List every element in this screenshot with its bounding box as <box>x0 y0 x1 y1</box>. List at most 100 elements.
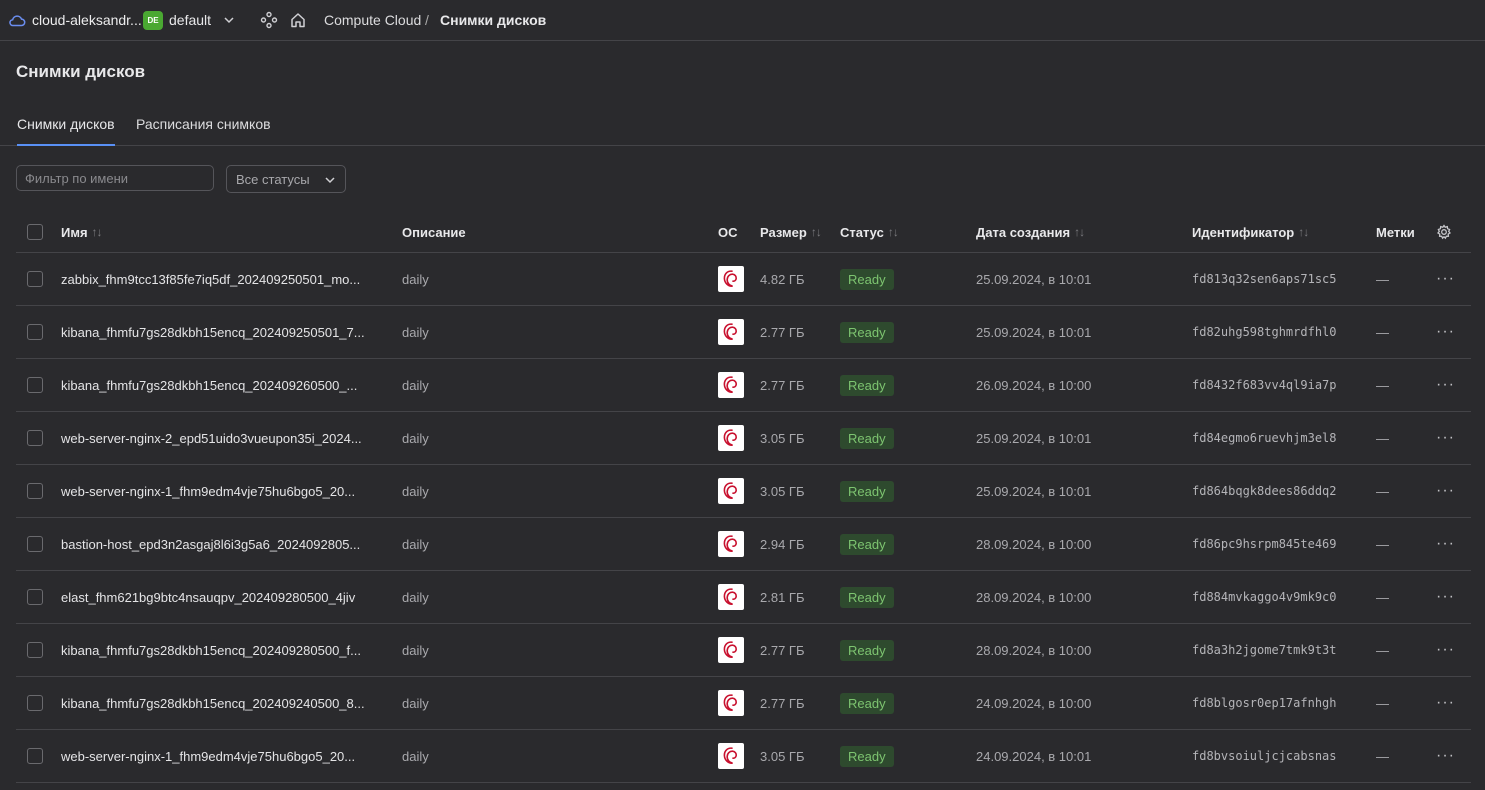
sort-icon[interactable]: ↑↓ <box>1074 225 1085 239</box>
status-badge: Ready <box>840 692 894 714</box>
more-actions-glyph[interactable]: ··· <box>1436 535 1455 553</box>
column-header-id[interactable]: Идентификатор ↑↓ <box>1192 212 1309 252</box>
more-actions-icon[interactable]: ··· <box>1436 624 1455 676</box>
sort-icon[interactable]: ↑↓ <box>92 225 103 239</box>
table-row[interactable]: web-server-nginx-1_fhm9edm4vje75hu6bgo5_… <box>16 465 1471 518</box>
os-cell <box>718 624 744 676</box>
snapshot-name[interactable]: kibana_fhmfu7gs28dkbh15encq_202409260500… <box>61 359 357 411</box>
row-checkbox[interactable] <box>27 518 43 570</box>
table-header: Имя ↑↓ Описание ОС Размер ↑↓ Статус ↑↓ Дата… <box>16 212 1471 253</box>
row-checkbox[interactable] <box>27 624 43 676</box>
column-header-name[interactable]: Имя ↑↓ <box>61 212 103 252</box>
tab-bar: Снимки дисков Расписания снимков <box>0 104 1485 146</box>
snapshot-created: 25.09.2024, в 10:01 <box>976 483 1092 499</box>
more-actions-icon[interactable]: ··· <box>1436 306 1455 358</box>
status-badge: Ready <box>840 745 894 767</box>
home-icon[interactable] <box>289 0 307 40</box>
status-badge: Ready <box>840 586 894 608</box>
more-actions-icon[interactable]: ··· <box>1436 359 1455 411</box>
table-row[interactable]: kibana_fhmfu7gs28dkbh15encq_202409250501… <box>16 306 1471 359</box>
more-actions-icon[interactable]: ··· <box>1436 465 1455 517</box>
more-actions-icon[interactable]: ··· <box>1436 253 1455 305</box>
row-checkbox[interactable] <box>27 359 43 411</box>
select-all-checkbox[interactable] <box>27 212 43 252</box>
row-checkbox[interactable] <box>27 412 43 464</box>
status-badge: Ready <box>840 374 894 396</box>
status-cell: Ready <box>840 677 894 729</box>
snapshot-size: 2.94 ГБ <box>760 536 805 552</box>
gear-icon[interactable] <box>1436 212 1452 252</box>
cloud-selector[interactable]: cloud-aleksandr... <box>32 0 142 40</box>
tab-snapshots[interactable]: Снимки дисков <box>17 116 115 146</box>
snapshot-name[interactable]: kibana_fhmfu7gs28dkbh15encq_202409240500… <box>61 677 365 729</box>
more-actions-glyph[interactable]: ··· <box>1436 323 1455 341</box>
folder-selector[interactable]: default <box>169 0 211 40</box>
more-actions-icon[interactable]: ··· <box>1436 730 1455 782</box>
column-header-os: ОС <box>718 224 738 240</box>
more-actions-glyph[interactable]: ··· <box>1436 747 1455 765</box>
snapshot-description: daily <box>402 377 429 393</box>
status-cell: Ready <box>840 412 894 464</box>
more-actions-glyph[interactable]: ··· <box>1436 429 1455 447</box>
column-header-created[interactable]: Дата создания ↑↓ <box>976 212 1085 252</box>
more-actions-glyph[interactable]: ··· <box>1436 376 1455 394</box>
debian-icon <box>718 478 744 504</box>
snapshot-size: 3.05 ГБ <box>760 483 805 499</box>
row-checkbox[interactable] <box>27 465 43 517</box>
row-checkbox[interactable] <box>27 253 43 305</box>
more-actions-glyph[interactable]: ··· <box>1436 641 1455 659</box>
table-row[interactable]: kibana_fhmfu7gs28dkbh15encq_202409260500… <box>16 359 1471 412</box>
debian-icon <box>718 372 744 398</box>
snapshot-name[interactable]: elast_fhm621bg9btc4nsauqpv_202409280500_… <box>61 571 355 623</box>
snapshot-name[interactable]: zabbix_fhm9tcc13f85fe7iq5df_202409250501… <box>61 253 360 305</box>
table-row[interactable]: web-server-nginx-1_fhm9edm4vje75hu6bgo5_… <box>16 730 1471 783</box>
more-actions-glyph[interactable]: ··· <box>1436 482 1455 500</box>
column-header-size[interactable]: Размер ↑↓ <box>760 212 822 252</box>
more-actions-glyph[interactable]: ··· <box>1436 588 1455 606</box>
snapshot-name[interactable]: web-server-nginx-1_fhm9edm4vje75hu6bgo5_… <box>61 730 355 782</box>
snapshot-name[interactable]: bastion-host_epd3n2asgaj8l6i3g5a6_202409… <box>61 518 360 570</box>
status-cell: Ready <box>840 465 894 517</box>
table-row[interactable]: web-server-nginx-2_epd51uido3vueupon35i_… <box>16 412 1471 465</box>
snapshot-name[interactable]: kibana_fhmfu7gs28dkbh15encq_202409280500… <box>61 624 361 676</box>
snapshot-id: fd813q32sen6aps71sc5 <box>1192 272 1337 286</box>
row-checkbox[interactable] <box>27 571 43 623</box>
more-actions-glyph[interactable]: ··· <box>1436 694 1455 712</box>
more-actions-icon[interactable]: ··· <box>1436 677 1455 729</box>
name-filter-input[interactable] <box>16 165 214 191</box>
sort-icon[interactable]: ↑↓ <box>888 225 899 239</box>
chevron-down-icon <box>324 174 336 189</box>
row-checkbox[interactable] <box>27 306 43 358</box>
table-row[interactable]: kibana_fhmfu7gs28dkbh15encq_202409280500… <box>16 624 1471 677</box>
snapshot-name[interactable]: web-server-nginx-1_fhm9edm4vje75hu6bgo5_… <box>61 465 355 517</box>
debian-icon <box>718 425 744 451</box>
snapshot-size: 2.77 ГБ <box>760 695 805 711</box>
column-header-status[interactable]: Статус ↑↓ <box>840 212 899 252</box>
table-row[interactable]: kibana_fhmfu7gs28dkbh15encq_202409240500… <box>16 677 1471 730</box>
debian-icon <box>718 743 744 769</box>
status-cell: Ready <box>840 730 894 782</box>
breadcrumb-compute-cloud[interactable]: Compute Cloud <box>324 0 421 40</box>
tab-snapshot-schedules[interactable]: Расписания снимков <box>136 116 271 132</box>
row-checkbox[interactable] <box>27 677 43 729</box>
os-cell <box>718 518 744 570</box>
more-actions-icon[interactable]: ··· <box>1436 571 1455 623</box>
more-actions-glyph[interactable]: ··· <box>1436 270 1455 288</box>
more-actions-icon[interactable]: ··· <box>1436 412 1455 464</box>
snapshot-name[interactable]: web-server-nginx-2_epd51uido3vueupon35i_… <box>61 412 362 464</box>
chevron-down-icon[interactable] <box>222 0 236 40</box>
snapshot-name[interactable]: kibana_fhmfu7gs28dkbh15encq_202409250501… <box>61 306 365 358</box>
snapshot-labels: — <box>1376 642 1389 658</box>
snapshot-description: daily <box>402 695 429 711</box>
breadcrumb-current: Снимки дисков <box>440 12 547 28</box>
services-icon[interactable] <box>260 0 278 40</box>
snapshot-description: daily <box>402 430 429 446</box>
table-row[interactable]: elast_fhm621bg9btc4nsauqpv_202409280500_… <box>16 571 1471 624</box>
more-actions-icon[interactable]: ··· <box>1436 518 1455 570</box>
sort-icon[interactable]: ↑↓ <box>811 225 822 239</box>
table-row[interactable]: bastion-host_epd3n2asgaj8l6i3g5a6_202409… <box>16 518 1471 571</box>
status-filter-select[interactable]: Все статусы <box>226 165 346 193</box>
sort-icon[interactable]: ↑↓ <box>1298 225 1309 239</box>
table-row[interactable]: zabbix_fhm9tcc13f85fe7iq5df_202409250501… <box>16 253 1471 306</box>
row-checkbox[interactable] <box>27 730 43 782</box>
